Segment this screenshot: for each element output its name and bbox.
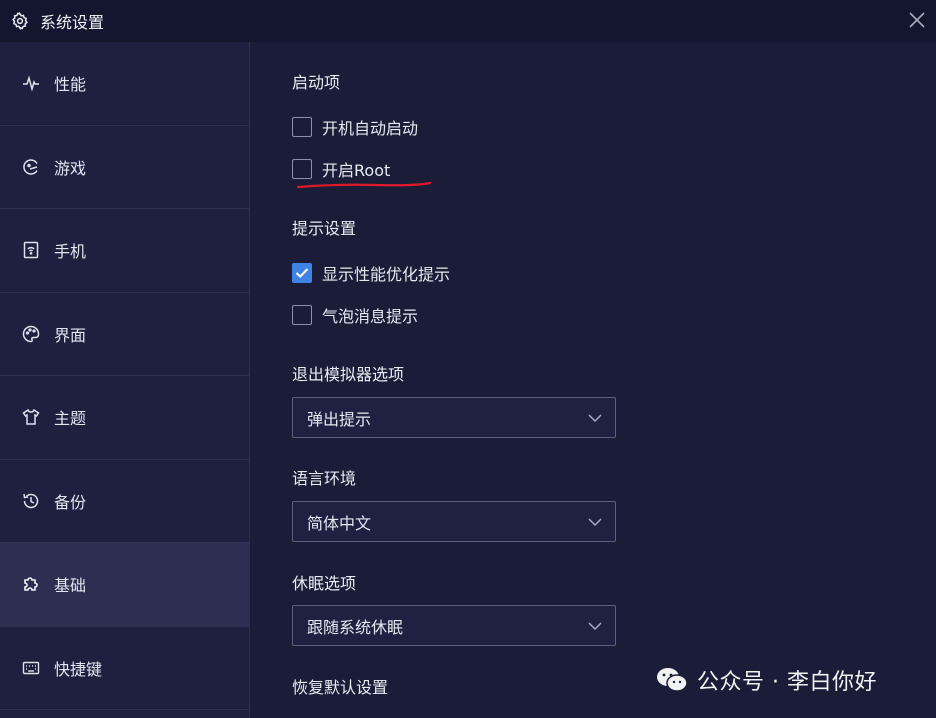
- language-select[interactable]: 简体中文: [292, 501, 616, 542]
- checkbox-label: 开启Root: [322, 161, 391, 180]
- select-value: 跟随系统休眠: [307, 617, 404, 637]
- root-checkbox[interactable]: 开启Root: [292, 157, 390, 181]
- sidebar-item-shortcuts[interactable]: 快捷键: [0, 627, 249, 710]
- sidebar: 性能 游戏 手机 界面 主题 备份 基础 快捷键: [0, 42, 250, 718]
- checkbox-box[interactable]: [292, 263, 312, 283]
- perf-tip-checkbox[interactable]: 显示性能优化提示: [292, 261, 450, 285]
- window-title: 系统设置: [40, 13, 105, 32]
- bubble-tip-checkbox[interactable]: 气泡消息提示: [292, 303, 418, 327]
- sidebar-item-interface[interactable]: 界面: [0, 293, 249, 376]
- checkbox-box[interactable]: [292, 117, 312, 137]
- sidebar-item-label: 基础: [54, 576, 87, 596]
- title-bar: 系统设置: [0, 0, 936, 42]
- sidebar-item-label: 快捷键: [54, 659, 103, 679]
- sleep-select[interactable]: 跟随系统休眠: [292, 605, 616, 646]
- red-annotation-underline: [296, 181, 432, 189]
- startup-section-title: 启动项: [292, 73, 341, 92]
- sidebar-item-label: 手机: [54, 242, 87, 262]
- sidebar-item-performance[interactable]: 性能: [0, 42, 249, 126]
- exit-section-title: 退出模拟器选项: [292, 365, 405, 384]
- sidebar-item-label: 性能: [54, 75, 87, 95]
- history-icon: [22, 492, 40, 510]
- sidebar-item-label: 主题: [54, 409, 87, 429]
- tshirt-icon: [22, 408, 40, 426]
- gamepad-icon: [22, 158, 40, 176]
- sidebar-item-backup[interactable]: 备份: [0, 460, 249, 543]
- watermark-text: 公众号 · 李白你好: [697, 670, 877, 695]
- checkbox-label: 显示性能优化提示: [322, 265, 451, 284]
- sidebar-item-label: 游戏: [54, 158, 87, 178]
- select-value: 弹出提示: [307, 409, 372, 429]
- reset-section-title: 恢复默认设置: [292, 678, 389, 697]
- sidebar-item-basic[interactable]: 基础: [0, 543, 249, 627]
- tips-section-title: 提示设置: [292, 219, 357, 238]
- sidebar-item-label: 备份: [54, 492, 87, 512]
- exit-option-select[interactable]: 弹出提示: [292, 397, 616, 438]
- checkbox-label: 气泡消息提示: [322, 307, 419, 326]
- gear-icon: [11, 12, 29, 30]
- sidebar-item-game[interactable]: 游戏: [0, 126, 249, 209]
- sleep-section-title: 休眠选项: [292, 574, 357, 593]
- puzzle-icon: [22, 575, 40, 593]
- checkbox-box[interactable]: [292, 159, 312, 179]
- chevron-down-icon: [588, 518, 602, 527]
- chevron-down-icon: [588, 414, 602, 423]
- language-section-title: 语言环境: [292, 469, 357, 488]
- pulse-icon: [22, 74, 40, 93]
- select-value: 简体中文: [307, 513, 372, 533]
- wechat-icon: [657, 668, 688, 692]
- sidebar-item-label: 界面: [54, 325, 87, 345]
- chevron-down-icon: [588, 622, 602, 631]
- checkbox-box[interactable]: [292, 305, 312, 325]
- sidebar-item-theme[interactable]: 主题: [0, 376, 249, 460]
- checkbox-label: 开机自动启动: [322, 119, 419, 138]
- close-icon[interactable]: [906, 9, 928, 31]
- phone-wifi-icon: [22, 241, 40, 259]
- settings-panel: 启动项 开机自动启动 开启Root 提示设置 显示性能优化提示 气泡消息提示 退…: [251, 42, 936, 718]
- autostart-checkbox[interactable]: 开机自动启动: [292, 115, 418, 139]
- keyboard-icon: [22, 659, 40, 677]
- checkmark-icon: [295, 268, 309, 279]
- watermark: 公众号 · 李白你好: [655, 664, 877, 696]
- palette-icon: [22, 325, 40, 343]
- sidebar-item-phone[interactable]: 手机: [0, 209, 249, 293]
